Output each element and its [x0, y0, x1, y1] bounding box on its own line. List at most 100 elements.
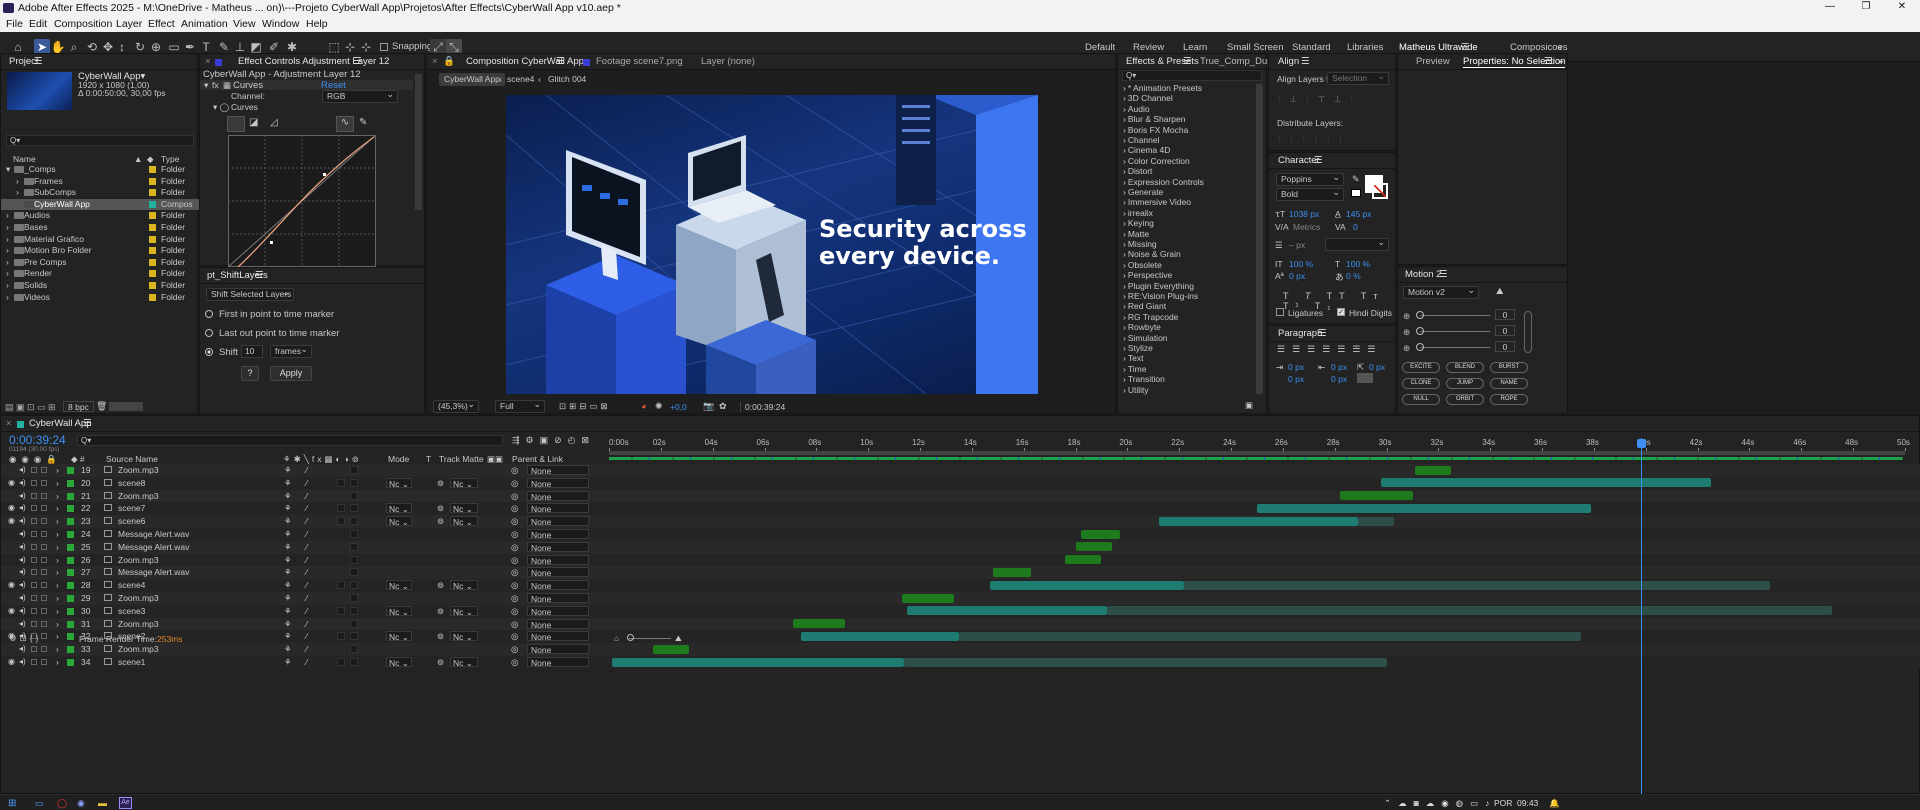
expand-arrow-icon[interactable]: ›	[1123, 104, 1126, 114]
panel-menu-icon[interactable]: ☰	[1439, 269, 1448, 280]
snapping-checkbox[interactable]	[380, 43, 388, 51]
discord-icon[interactable]: ◉	[77, 798, 85, 809]
layer-bar[interactable]	[901, 593, 954, 603]
timeline-switch-icons[interactable]: ⇶⚙▣⊘◴⊠	[512, 435, 595, 446]
parent-dropdown[interactable]: None	[527, 644, 589, 655]
zoom-out-icon[interactable]: ⌂	[614, 634, 619, 643]
workspace-learn[interactable]: Learn	[1183, 42, 1207, 53]
effects-category[interactable]: › Immersive Video	[1118, 197, 1253, 207]
effects-category[interactable]: › * Animation Presets	[1118, 83, 1253, 93]
channel-icon[interactable]: ◕	[641, 401, 646, 411]
switch-box[interactable]	[350, 491, 358, 500]
parent-pickwhip-icon[interactable]: ◎	[511, 657, 518, 668]
effects-category[interactable]: › Audio	[1118, 104, 1253, 114]
layer-tab[interactable]: Layer (none)	[701, 56, 755, 67]
motion-version-dropdown[interactable]: Motion v2	[1403, 285, 1479, 299]
crop-icon[interactable]: ◿	[270, 117, 278, 128]
shy-switch-icon[interactable]: ⚘	[284, 644, 292, 655]
shy-switch-icon[interactable]: ⚘	[284, 619, 292, 630]
switch-box[interactable]	[350, 530, 358, 538]
show-snapshot-icon[interactable]: ✿	[719, 401, 727, 412]
layer-label-swatch[interactable]	[67, 467, 74, 474]
shift-value-input[interactable]: 10	[241, 345, 263, 358]
shy-switch-icon[interactable]: ⚘	[284, 529, 292, 540]
motion-clone-button[interactable]: CLONE	[1402, 378, 1440, 389]
panel-menu-icon[interactable]: ☰	[353, 56, 362, 67]
layer-bar-tail[interactable]	[1184, 580, 1771, 590]
switch-box[interactable]	[350, 504, 358, 513]
parent-dropdown[interactable]: None	[527, 529, 589, 540]
true-comp-tab[interactable]: True_Comp_Dupl	[1200, 56, 1275, 67]
parent-pickwhip-icon[interactable]: ◎	[511, 580, 518, 591]
motion-jump-button[interactable]: JUMP	[1446, 378, 1484, 389]
switch-box[interactable]	[350, 619, 358, 628]
effects-category[interactable]: › Missing	[1118, 239, 1253, 249]
direction-ltr-button[interactable]	[1357, 373, 1373, 383]
label-swatch[interactable]	[149, 177, 156, 185]
slider-handle-2[interactable]	[1416, 327, 1424, 335]
label-swatch[interactable]	[149, 270, 156, 278]
ligatures-checkbox[interactable]	[1276, 308, 1284, 316]
switch-box[interactable]	[337, 517, 345, 526]
apply-button[interactable]: Apply	[270, 366, 312, 381]
table-row[interactable]: ◂) › 31 Zoom.mp3 ⚘ ⁄ None ◎	[1, 617, 1920, 631]
parent-dropdown[interactable]: None	[527, 580, 589, 591]
solo-icon[interactable]	[31, 543, 37, 550]
timeline-footer-icons[interactable]: ⚙⊡{}	[9, 633, 41, 644]
kerning-value[interactable]: Metrics	[1293, 222, 1320, 232]
audio-icon[interactable]: ◂)	[19, 580, 26, 589]
distribute-buttons[interactable]: ⫶⫶⫶⫶⫶⫶	[1278, 134, 1352, 145]
effects-category[interactable]: › Color Correction	[1118, 156, 1253, 166]
audio-icon[interactable]: ◂)	[19, 606, 26, 615]
layer-bar-tail[interactable]	[1358, 516, 1395, 526]
label-swatch[interactable]	[149, 282, 156, 289]
motion-orbit-button[interactable]: ORBIT	[1446, 394, 1484, 405]
layer-bar[interactable]	[990, 580, 1185, 590]
effects-category[interactable]: › RG Trapcode	[1118, 312, 1253, 322]
effects-category[interactable]: › irrealix	[1118, 208, 1253, 218]
lock-toggle[interactable]	[41, 646, 47, 653]
label-swatch[interactable]	[149, 189, 156, 197]
layer-label-swatch[interactable]	[67, 646, 74, 654]
solo-icon[interactable]	[31, 467, 37, 473]
visibility-icon[interactable]: ◉	[8, 516, 15, 525]
parent-dropdown[interactable]: None	[527, 567, 589, 578]
table-row[interactable]: ◉ ◂) › 23 scene6 ⚘ ⁄ Nc ⌄ ⊚ Nc ⌄ None ◎	[1, 515, 1920, 528]
expand-icon[interactable]: ▾	[204, 80, 208, 91]
table-row[interactable]: ◂) › 26 Zoom.mp3 ⚘ ⁄ None ◎	[1, 553, 1920, 567]
parent-dropdown[interactable]: None	[527, 631, 589, 642]
layer-bar[interactable]	[992, 567, 1032, 577]
label-swatch[interactable]	[149, 224, 156, 231]
lock-toggle[interactable]	[41, 633, 47, 640]
parent-dropdown[interactable]: None	[527, 477, 589, 489]
curves-effect-row[interactable]: ▾ fx ▦ Curves Reset	[200, 80, 413, 91]
tsume-value[interactable]: 0 %	[1346, 271, 1361, 281]
layer-bar[interactable]	[1075, 542, 1112, 552]
effects-category[interactable]: › Time	[1118, 364, 1253, 374]
effects-category[interactable]: › Transition	[1118, 374, 1253, 384]
switch-box[interactable]	[350, 594, 358, 602]
audio-icon[interactable]: ◂)	[19, 555, 26, 564]
track-matte-icon[interactable]: ⊚	[437, 516, 444, 527]
expand-arrow-icon[interactable]: ›	[1123, 333, 1126, 343]
layer-bar[interactable]	[1065, 555, 1102, 565]
layer-label-swatch[interactable]	[67, 518, 74, 526]
solo-icon[interactable]	[31, 479, 37, 486]
indent-right-value[interactable]: 0 px	[1331, 362, 1347, 372]
effects-category[interactable]: › Channel	[1118, 135, 1253, 145]
lock-toggle[interactable]	[41, 659, 47, 665]
crumb-cyberwall-app[interactable]: CyberWall App	[439, 73, 505, 86]
shy-switch-icon[interactable]: ⚘	[284, 593, 292, 604]
curves-graph[interactable]	[228, 135, 376, 267]
table-row[interactable]: ◂) › 29 Zoom.mp3 ⚘ ⁄ None ◎	[1, 592, 1920, 605]
panel-menu-icon[interactable]: ☰	[1318, 328, 1327, 339]
expand-arrow-icon[interactable]: ›	[56, 516, 59, 526]
system-tray-icons[interactable]: ⌃☁◙☁◉◍▭♪	[1384, 798, 1496, 809]
shy-switch-icon[interactable]: ⚘	[284, 657, 292, 668]
layer-label-swatch[interactable]	[67, 582, 74, 590]
expand-arrow-icon[interactable]: ›	[1123, 374, 1126, 384]
table-row[interactable]: ◉ ◂) › 28 scene4 ⚘ ⁄ Nc ⌄ ⊚ Nc ⌄ None ◎	[1, 579, 1920, 592]
indent-left-value[interactable]: 0 px	[1288, 362, 1304, 372]
shy-switch-icon[interactable]: ⚘	[284, 478, 292, 489]
zoom-dropdown[interactable]: (45,3%)	[433, 399, 479, 413]
